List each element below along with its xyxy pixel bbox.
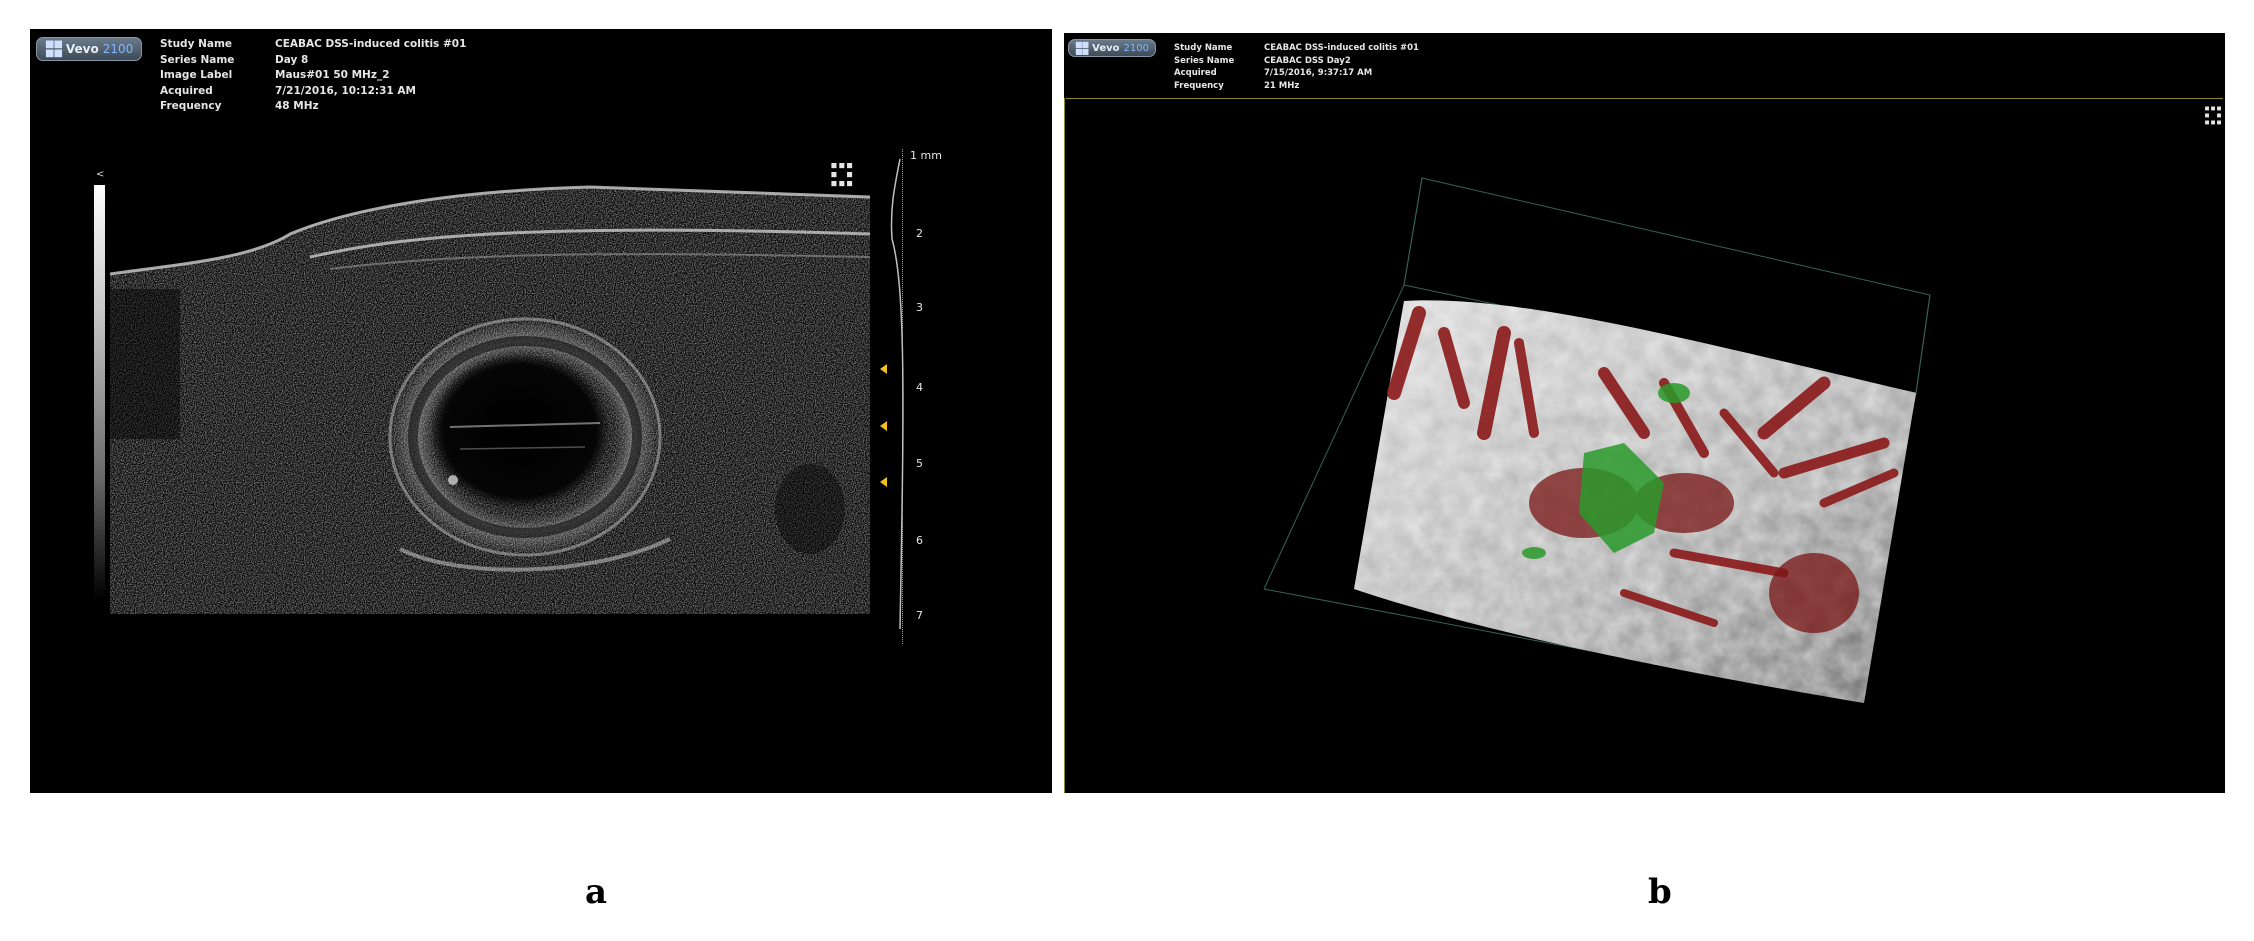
depth-tick-label: 2 [916,227,923,240]
focus-marker-icon [880,364,887,374]
depth-tick-label: 4 [916,381,923,394]
focus-marker-icon [880,421,887,431]
depth-unit-label: 1 mm [910,149,942,162]
depth-tick-label: 7 [916,609,923,622]
depth-tick-label: 3 [916,301,923,314]
panel-caption-a: a [585,872,608,912]
ultrasound-panel-b: ■■ ■■ Vevo 2100 Study Name CEABAC DSS-indu… [1064,33,2225,793]
3d-volume-rendering [1263,177,1931,703]
focus-curve [890,158,904,630]
panel-caption-b: b [1648,872,1672,912]
depth-tick-label: 5 [916,457,923,470]
focus-marker-icon [880,477,887,487]
ultrasound-panel-a: ■■ ■■ Vevo 2100 Study Name CEABAC DSS-indu… [30,29,1052,793]
depth-tick-label: 6 [916,534,923,547]
